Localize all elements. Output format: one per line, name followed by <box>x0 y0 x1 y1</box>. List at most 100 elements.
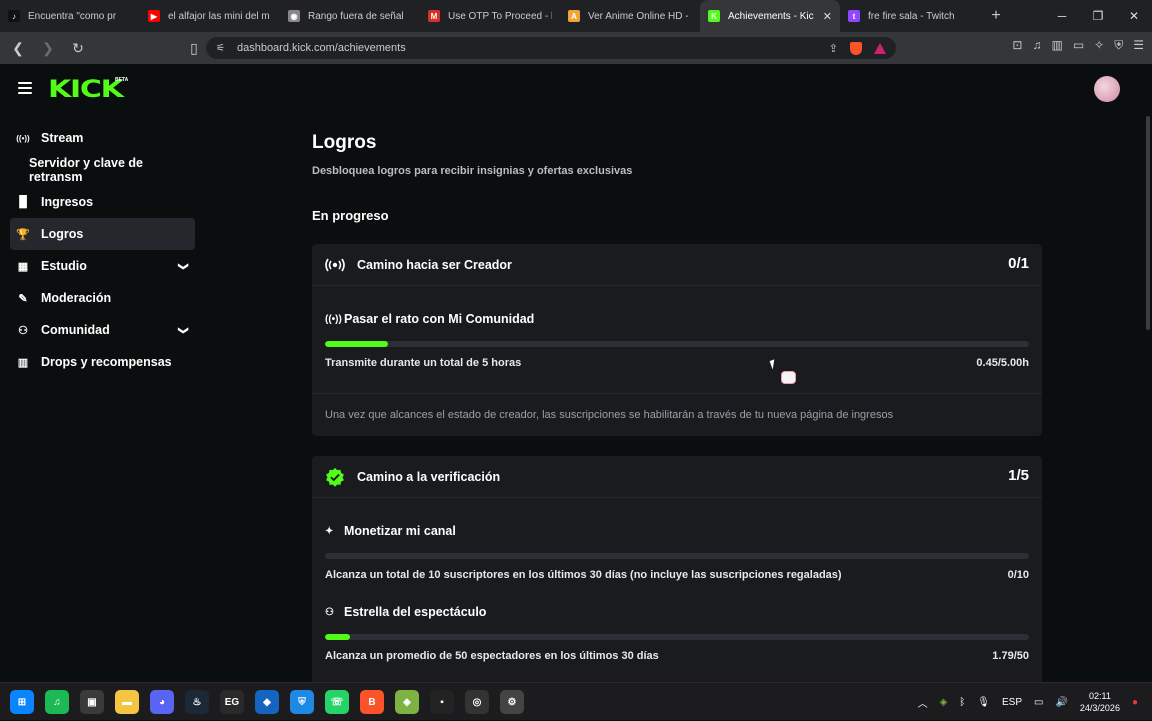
vpn-icon[interactable]: ⛨ <box>1114 38 1123 53</box>
browser-tab[interactable]: ♪ Encuentra "como pr <box>0 0 140 32</box>
brave-rewards-icon[interactable] <box>874 42 886 54</box>
browser-tab[interactable]: M Use OTP To Proceed - b <box>420 0 560 32</box>
wrench-icon: ✎ <box>18 292 28 305</box>
browser-tab[interactable]: ◉ Rango fuera de señal <box>280 0 420 32</box>
sidebar-item-logros[interactable]: 🏆 Logros <box>10 218 195 250</box>
forward-icon[interactable]: ❯ <box>36 36 60 60</box>
task-progress-bar <box>325 553 1029 559</box>
file-explorer-icon[interactable]: ▬ <box>115 690 139 714</box>
back-icon[interactable]: ❮ <box>6 36 30 60</box>
bluetooth-icon[interactable]: ᛒ <box>959 697 965 708</box>
epic-games-icon[interactable]: EG <box>220 690 244 714</box>
achievement-card-verification: Camino a la verificación 1/5 ✦ Monetizar… <box>312 456 1042 686</box>
browser-tab-bar: ♪ Encuentra "como pr ▶ el alfajor las mini … <box>0 0 1152 32</box>
sidebar-toggle-icon[interactable]: ▥ <box>1051 38 1062 53</box>
brave-icon[interactable]: B <box>360 690 384 714</box>
maximize-icon[interactable]: ❐ <box>1080 0 1116 32</box>
broadcast-icon <box>325 255 345 275</box>
bluestacks-icon[interactable]: ◈ <box>395 690 419 714</box>
task-value: 1.79/50 <box>992 650 1029 662</box>
window-controls: ─ ❐ ✕ <box>1044 0 1152 32</box>
section-title-in-progress: En progreso <box>312 208 389 223</box>
tray-chevron-icon[interactable]: ︿ <box>918 695 928 710</box>
task-progress-fill <box>325 634 351 640</box>
sidebar-item-drops[interactable]: ▥ Drops y recompensas <box>10 346 195 378</box>
network-icon[interactable]: ▭ <box>1034 697 1043 708</box>
shield-app-icon[interactable]: ⛨ <box>290 690 314 714</box>
tab-favicon-icon: ▶ <box>148 10 160 22</box>
menu-icon[interactable]: ☰ <box>1133 38 1144 53</box>
hamburger-menu-icon[interactable] <box>18 82 32 94</box>
sidebar-item-estudio[interactable]: ▦ Estudio ❯ <box>10 250 195 282</box>
browser-tab[interactable]: t fre fire sala - Twitch <box>840 0 980 32</box>
kick-header: KICK BETA <box>0 64 1152 116</box>
tab-title: el alfajor las mini del m <box>168 10 270 22</box>
wallet-icon[interactable]: ▭ <box>1073 38 1084 53</box>
sidebar-item-moderacion[interactable]: ✎ Moderación <box>10 282 195 314</box>
sidebar-item-comunidad[interactable]: ⚇ Comunidad ❯ <box>10 314 195 346</box>
notification-icon[interactable]: ● <box>1132 697 1138 708</box>
screenshot-icon[interactable]: ⊡ <box>1012 38 1022 53</box>
address-bar-row: ❮ ❯ ↻ ▯ ⚟ dashboard.kick.com/achievement… <box>0 32 1152 64</box>
store-icon[interactable]: ▣ <box>80 690 104 714</box>
drops-icon: ▥ <box>17 356 29 369</box>
minimize-icon[interactable]: ─ <box>1044 0 1080 32</box>
tab-favicon-icon: K <box>708 10 720 22</box>
browser-tab[interactable]: ▶ el alfajor las mini del m <box>140 0 280 32</box>
new-tab-button[interactable]: + <box>984 4 1008 28</box>
windows-taskbar: ⊞ ♫ ▣ ▬ ◕ ♨ EG ◆ ⛨ ☏ B ◈ ▪ ◎ ⚙ ︿ ◈ ᛒ 🎙 ESP ▭ 🔊 02:11 2… <box>0 682 1152 720</box>
spotify-icon[interactable]: ♫ <box>45 690 69 714</box>
sidebar-item-stream[interactable]: ((•)) Stream <box>10 122 195 154</box>
browser-tab[interactable]: K Achievements - Kic ✕ <box>700 0 840 32</box>
sidebar-item-ingresos[interactable]: ▐▌ Ingresos <box>10 186 195 218</box>
leo-ai-icon[interactable]: ✧ <box>1094 38 1104 53</box>
tab-favicon-icon: A <box>568 10 580 22</box>
language-indicator[interactable]: ESP <box>1002 697 1022 708</box>
extension-toolbar: ⊡ ♫ ▥ ▭ ✧ ⛨ ☰ <box>1012 38 1144 53</box>
sidebar-item-servidor[interactable]: Servidor y clave de retransm <box>10 154 195 186</box>
app-icon-blue[interactable]: ◆ <box>255 690 279 714</box>
card-header: Camino a la verificación 1/5 <box>312 456 1042 498</box>
chevron-down-icon[interactable]: ❯ <box>177 262 188 270</box>
clock[interactable]: 02:11 24/3/2026 <box>1080 690 1120 714</box>
beta-badge: BETA <box>115 77 129 83</box>
system-tray: ︿ ◈ ᛒ 🎙 ESP ▭ 🔊 02:11 24/3/2026 ● <box>918 683 1138 721</box>
card-note: Una vez que alcances el estado de creado… <box>325 409 894 421</box>
chevron-down-icon[interactable]: ❯ <box>177 326 188 334</box>
windows-start-icon[interactable]: ⊞ <box>10 690 34 714</box>
volume-icon[interactable]: 🔊 <box>1055 697 1067 708</box>
user-avatar[interactable] <box>1094 76 1120 102</box>
tab-strip: ♪ Encuentra "como pr ▶ el alfajor las mini … <box>0 0 980 32</box>
sidebar-item-label: Moderación <box>41 291 112 305</box>
trophy-icon: 🏆 <box>16 228 30 241</box>
mic-icon[interactable]: 🎙 <box>977 697 990 708</box>
close-window-icon[interactable]: ✕ <box>1116 0 1152 32</box>
cat-cursor-sticker-icon <box>781 371 796 384</box>
site-settings-icon[interactable]: ⚟ <box>216 43 225 54</box>
tray-app-icon[interactable]: ◈ <box>940 697 948 708</box>
whatsapp-icon[interactable]: ☏ <box>325 690 349 714</box>
close-tab-icon[interactable]: ✕ <box>823 10 832 23</box>
task-value: 0.45/5.00h <box>976 357 1029 369</box>
card-title: Camino a la verificación <box>357 470 501 484</box>
steam-icon[interactable]: ♨ <box>185 690 209 714</box>
url-field[interactable]: ⚟ dashboard.kick.com/achievements ⇪ <box>206 37 896 59</box>
broadcast-small-icon: ((•)) <box>325 313 342 325</box>
tab-favicon-icon: t <box>848 10 860 22</box>
bookmark-icon[interactable]: ▯ <box>182 36 206 60</box>
brave-shield-icon[interactable] <box>850 41 862 55</box>
media-icon[interactable]: ♫ <box>1032 38 1041 53</box>
browser-tab[interactable]: A Ver Anime Online HD - <box>560 0 700 32</box>
page-scrollbar[interactable] <box>1146 116 1150 330</box>
reload-icon[interactable]: ↻ <box>66 36 90 60</box>
kick-logo[interactable]: KICK <box>48 76 124 102</box>
app-icon-dark[interactable]: ▪ <box>430 690 454 714</box>
settings-icon[interactable]: ⚙ <box>500 690 524 714</box>
sidebar-item-label: Ingresos <box>41 195 94 209</box>
share-icon[interactable]: ⇪ <box>829 42 838 55</box>
discord-icon[interactable]: ◕ <box>150 690 174 714</box>
users-icon: ⚇ <box>18 324 28 337</box>
task-title: ((•)) Pasar el rato con Mi Comunidad <box>325 312 534 326</box>
task-title-text: Pasar el rato con Mi Comunidad <box>344 312 535 326</box>
obs-icon[interactable]: ◎ <box>465 690 489 714</box>
